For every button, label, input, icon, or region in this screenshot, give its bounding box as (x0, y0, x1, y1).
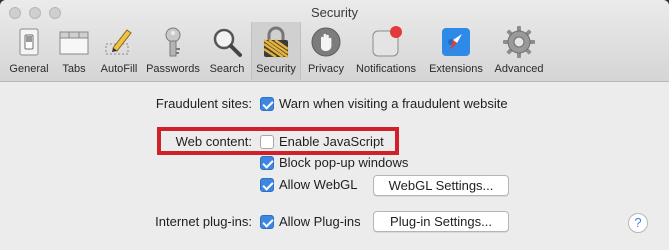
fraudulent-sites-label: Fraudulent sites: (155, 96, 252, 111)
plugin-settings-button[interactable]: Plug-in Settings... (373, 211, 509, 232)
toolbar-label: Passwords (146, 63, 200, 75)
gear-icon (502, 25, 536, 59)
fraudulent-warning-checkbox[interactable] (260, 97, 274, 111)
allow-plugins-checkbox[interactable] (260, 215, 274, 229)
toolbar-item-extensions[interactable]: Extensions (425, 22, 487, 80)
toolbar-item-autofill[interactable]: AutoFill (96, 22, 142, 80)
fraudulent-warning-text: Warn when visiting a fraudulent website (279, 96, 508, 111)
toolbar-label: Security (256, 63, 296, 75)
highlight-box (157, 127, 399, 155)
magnifier-icon (210, 25, 244, 59)
toolbar-item-security[interactable]: Security (251, 22, 301, 80)
toolbar-item-advanced[interactable]: Advanced (490, 22, 548, 80)
allow-webgl-checkbox[interactable] (260, 178, 274, 192)
toolbar-item-notifications[interactable]: Notifications (350, 22, 422, 80)
window-title: Security (311, 5, 358, 20)
compass-puzzle-icon (439, 25, 473, 59)
help-button[interactable]: ? (628, 213, 648, 233)
lock-icon (259, 25, 293, 59)
tabs-icon (57, 25, 91, 59)
toolbar-label: Advanced (494, 63, 544, 75)
security-settings-pane: Fraudulent sites: Warn when visiting a f… (0, 83, 669, 250)
toolbar-item-search[interactable]: Search (206, 22, 248, 80)
internet-plugins-label: Internet plug-ins: (155, 214, 252, 229)
switch-icon (12, 25, 46, 59)
pencil-icon (102, 25, 136, 59)
toolbar-label: Privacy (307, 63, 345, 75)
allow-webgl-text: Allow WebGL (279, 177, 358, 192)
webgl-settings-button[interactable]: WebGL Settings... (373, 175, 509, 196)
toolbar-item-general[interactable]: General (6, 22, 52, 80)
toolbar-label: AutoFill (100, 63, 138, 75)
toolbar-item-tabs[interactable]: Tabs (55, 22, 93, 80)
allow-plugins-text: Allow Plug-ins (279, 214, 361, 229)
preferences-window: Security General Tabs AutoFill Passwords… (0, 0, 669, 250)
toolbar-label: General (9, 63, 49, 75)
notification-badge-icon (369, 25, 403, 59)
hand-icon (309, 25, 343, 59)
block-popups-text: Block pop-up windows (279, 155, 409, 170)
toolbar-label: Extensions (429, 63, 483, 75)
title-bar: Security General Tabs AutoFill Passwords… (0, 0, 669, 82)
toolbar-label: Notifications (356, 63, 416, 75)
block-popups-checkbox[interactable] (260, 156, 274, 170)
toolbar-item-privacy[interactable]: Privacy (304, 22, 348, 80)
toolbar-item-passwords[interactable]: Passwords (143, 22, 203, 80)
toolbar-label: Tabs (62, 63, 86, 75)
toolbar-label: Search (209, 63, 245, 75)
key-icon (156, 25, 190, 59)
